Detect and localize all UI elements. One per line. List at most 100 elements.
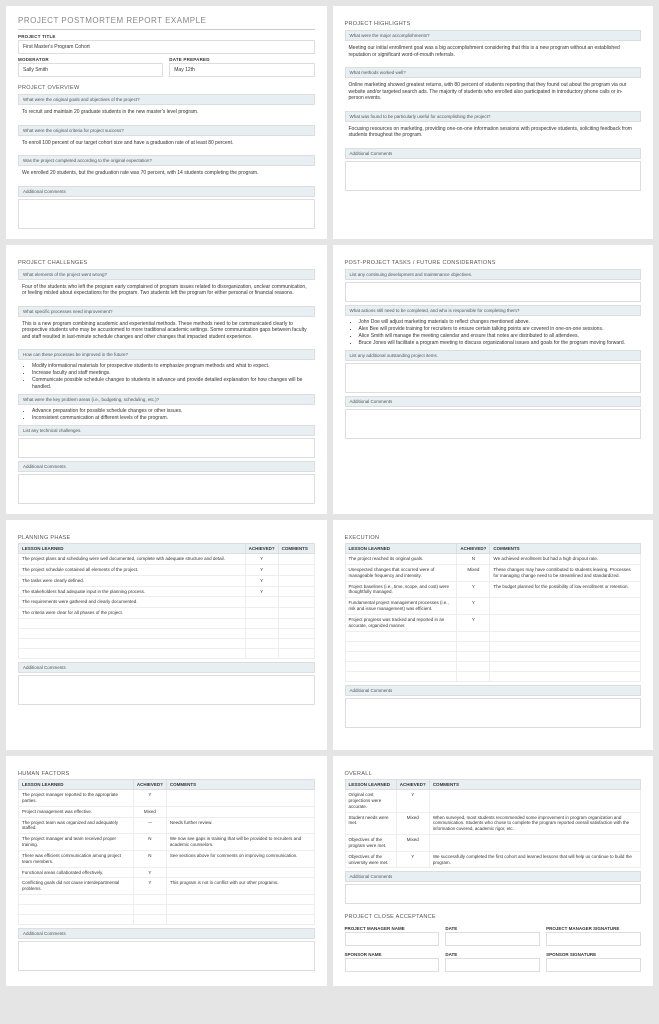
continuing-box[interactable]: [345, 282, 642, 302]
overall-comments-box[interactable]: [345, 884, 642, 904]
table-row: Conflicting goals did not cause interdep…: [19, 878, 315, 895]
input-moderator[interactable]: Sally Smith: [18, 63, 163, 77]
th-lesson: LESSON LEARNED: [19, 780, 134, 790]
table-planning: LESSON LEARNEDACHIEVED?COMMENTS The proj…: [18, 543, 315, 659]
label-challenges-addl: Additional Comments: [18, 461, 315, 472]
page-challenges: PROJECT CHALLENGES What elements of the …: [6, 245, 327, 515]
a-improvement: This is a new program combining academic…: [18, 317, 315, 347]
label-execution-addl: Additional Comments: [345, 685, 642, 696]
table-row: [345, 641, 641, 651]
input-pm-date[interactable]: [445, 932, 540, 946]
label-addl-comments: Additional Comments: [18, 186, 315, 197]
input-project-title[interactable]: First Master's Program Cohort: [18, 40, 315, 54]
list-item: Advance preparation for possible schedul…: [32, 408, 315, 415]
outstanding-box[interactable]: [345, 363, 642, 393]
section-human-title: HUMAN FACTORS: [18, 771, 315, 777]
table-row: The project team was organized and adequ…: [19, 817, 315, 834]
label-pm-date: DATE: [445, 926, 540, 931]
overview-comments-box[interactable]: [18, 199, 315, 229]
challenges-comments-box[interactable]: [18, 474, 315, 504]
input-sponsor-sig[interactable]: [546, 958, 641, 972]
th-achieved: ACHIEVED?: [133, 780, 166, 790]
list-item: Alex Bee will provide training for recru…: [359, 326, 642, 333]
list-item: Bruce Jones will facilitate a program me…: [359, 340, 642, 347]
th-achieved: ACHIEVED?: [457, 544, 490, 554]
table-row: The project reached its original goals.N…: [345, 554, 641, 565]
table-row: [345, 651, 641, 661]
page-planning: PLANNING PHASE LESSON LEARNEDACHIEVED?CO…: [6, 520, 327, 750]
table-row: Project baselines (i.e., time, scope, an…: [345, 581, 641, 598]
label-sponsor-name: SPONSOR NAME: [345, 952, 440, 957]
th-achieved: ACHIEVED?: [396, 780, 429, 790]
label-project-title: PROJECT TITLE: [18, 34, 315, 39]
doc-title: PROJECT POSTMORTEM REPORT EXAMPLE: [18, 16, 315, 30]
input-sponsor-date[interactable]: [445, 958, 540, 972]
highlights-comments-box[interactable]: [345, 161, 642, 191]
th-lesson: LESSON LEARNED: [345, 544, 457, 554]
page-highlights: PROJECT HIGHLIGHTS What were the major a…: [333, 6, 654, 239]
section-challenges-title: PROJECT CHALLENGES: [18, 260, 315, 266]
table-row: Project management was effective.Mixed: [19, 806, 315, 817]
table-human: LESSON LEARNEDACHIEVED?COMMENTS The proj…: [18, 779, 315, 925]
label-sponsor-sig: SPONSOR SIGNATURE: [546, 952, 641, 957]
label-human-addl: Additional Comments: [18, 928, 315, 939]
table-row: The project schedule contained all eleme…: [19, 564, 315, 575]
execution-comments-box[interactable]: [345, 698, 642, 728]
list-future: Modify informational materials for prosp…: [18, 363, 315, 391]
human-comments-box[interactable]: [18, 941, 315, 971]
section-overall-title: OVERALL: [345, 771, 642, 777]
q-outstanding: List any additional outstanding project …: [345, 350, 642, 361]
section-execution-title: EXECUTION: [345, 535, 642, 541]
q-future: How can these processes be improved in t…: [18, 349, 315, 360]
label-date-prepared: DATE PREPARED: [169, 57, 314, 62]
table-row: Student needs were met.MixedWhen surveye…: [345, 812, 641, 835]
table-row: [19, 629, 315, 639]
table-row: The tasks were clearly defined.Y: [19, 575, 315, 586]
planning-comments-box[interactable]: [18, 675, 315, 705]
table-row: Original cost projections were accurate.…: [345, 790, 641, 813]
table-row: [19, 639, 315, 649]
label-highlights-addl: Additional Comments: [345, 148, 642, 159]
table-row: [19, 619, 315, 629]
input-sponsor-name[interactable]: [345, 958, 440, 972]
table-row: The stakeholders had adequate input in t…: [19, 586, 315, 597]
input-pm-sig[interactable]: [546, 932, 641, 946]
label-post-addl: Additional Comments: [345, 396, 642, 407]
list-item: John Doe will adjust marketing materials…: [359, 319, 642, 326]
a-methods: Online marketing showed greatest returns…: [345, 78, 642, 108]
a-useful: Focusing resources on marketing, providi…: [345, 122, 642, 145]
label-moderator: MODERATOR: [18, 57, 163, 62]
label-sponsor-date: DATE: [445, 952, 540, 957]
table-row: [19, 895, 315, 905]
table-row: Objectives of the university were met.YW…: [345, 851, 641, 868]
table-row: [19, 649, 315, 659]
list-item: Inconsistent communication at different …: [32, 415, 315, 422]
section-overview-title: PROJECT OVERVIEW: [18, 85, 315, 91]
a-accomplishments: Meeting our initial enrollment goal was …: [345, 41, 642, 64]
table-row: Project progress was tracked and reporte…: [345, 614, 641, 631]
table-row: The criteria were clear for all phases o…: [19, 608, 315, 619]
q-improvement: What specific processes need improvement…: [18, 306, 315, 317]
list-problem-areas: Advance preparation for possible schedul…: [18, 408, 315, 422]
input-date-prepared[interactable]: May 12th: [169, 63, 314, 77]
post-comments-box[interactable]: [345, 409, 642, 439]
section-highlights-title: PROJECT HIGHLIGHTS: [345, 21, 642, 27]
q-goals: What were the original goals and objecti…: [18, 94, 315, 105]
list-item: Communicate possible schedule changes to…: [32, 377, 315, 391]
label-planning-addl: Additional Comments: [18, 662, 315, 673]
input-pm-name[interactable]: [345, 932, 440, 946]
q-completed: Was the project completed according to t…: [18, 155, 315, 166]
table-row: The project manager reported to the appr…: [19, 790, 315, 807]
technical-box[interactable]: [18, 438, 315, 458]
table-row: Functional areas collaborated effectivel…: [19, 867, 315, 878]
section-post-title: POST-PROJECT TASKS / FUTURE CONSIDERATIO…: [345, 260, 642, 266]
th-comments: COMMENTS: [490, 544, 641, 554]
list-item: Modify informational materials for prosp…: [32, 363, 315, 370]
th-lesson: LESSON LEARNED: [345, 780, 396, 790]
table-overall: LESSON LEARNEDACHIEVED?COMMENTS Original…: [345, 779, 642, 868]
page-human: HUMAN FACTORS LESSON LEARNEDACHIEVED?COM…: [6, 756, 327, 986]
a-goals: To recruit and maintain 20 graduate stud…: [18, 105, 315, 122]
q-continuing: List any continuing development and main…: [345, 269, 642, 280]
table-row: [19, 915, 315, 925]
a-wrong: Four of the students who left the progra…: [18, 280, 315, 303]
